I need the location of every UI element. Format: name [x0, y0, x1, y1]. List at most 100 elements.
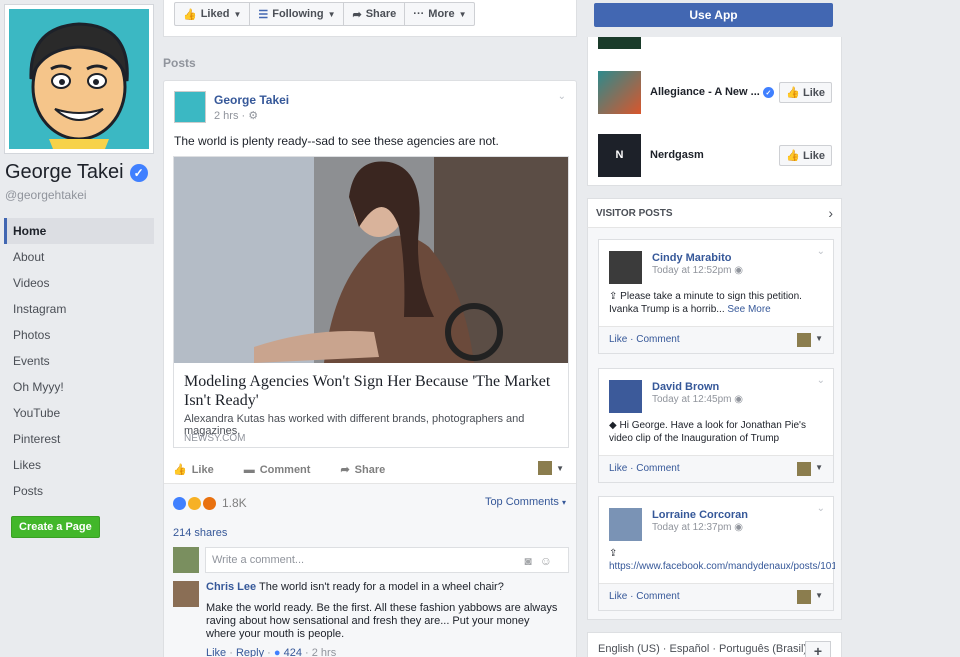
avatar[interactable] — [173, 581, 199, 607]
caret-down-icon[interactable]: ▼ — [815, 334, 823, 343]
comment-time[interactable]: 2 hrs — [312, 647, 336, 657]
post-footer: 1.8K Top Comments ▾ 214 shares Write a c… — [164, 483, 576, 657]
verified-badge-icon: ✓ — [129, 163, 148, 182]
liked-label: Liked — [200, 8, 230, 20]
visitor-name[interactable]: David Brown — [652, 381, 719, 393]
nav-item-youtube[interactable]: YouTube — [4, 400, 154, 426]
visitor-comment-link[interactable]: Comment — [636, 591, 679, 602]
nav-item-videos[interactable]: Videos — [4, 270, 154, 296]
post-comment-button[interactable]: ▬ Comment — [244, 463, 311, 476]
comment-author[interactable]: Chris Lee — [206, 581, 256, 593]
use-app-button[interactable]: Use App — [594, 3, 833, 27]
caret-down-icon: ▼ — [458, 9, 467, 19]
caret-down-icon: ▼ — [556, 463, 564, 473]
visitor-like-link[interactable]: Like — [609, 463, 627, 474]
comment-likes[interactable]: ● 424 — [274, 647, 302, 657]
post-options-chevron-icon[interactable]: ⌄ — [558, 91, 566, 102]
liked-page-row: Allegiance - A New ... ✓ 👍 Like — [598, 70, 832, 114]
post-as-selector[interactable]: ▼ — [538, 461, 564, 475]
reactions-summary[interactable]: 1.8K — [173, 496, 247, 510]
link-preview[interactable]: Modeling Agencies Won't Sign Her Because… — [173, 156, 569, 448]
posts-section-label: Posts — [163, 56, 196, 70]
nav-item-home[interactable]: Home — [4, 218, 154, 244]
visitor-like-link[interactable]: Like — [609, 334, 627, 345]
share-icon: ⇪ — [609, 548, 618, 559]
avatar[interactable] — [609, 508, 642, 541]
allegiance-thumbnail[interactable] — [598, 70, 641, 114]
liked-button[interactable]: 👍 Liked ▼ — [174, 2, 251, 26]
visitor-name[interactable]: Cindy Marabito — [652, 252, 731, 264]
visitor-post: David Brown Today at 12:45pm ◉ ⌄ ◆ Hi Ge… — [598, 368, 834, 483]
visitor-link[interactable]: https://www.facebook.com/mandydenaux/pos… — [609, 560, 835, 573]
visitor-posts-header[interactable]: VISITOR POSTS › — [587, 198, 842, 228]
verified-badge-icon: ✓ — [762, 87, 774, 99]
like-page-button[interactable]: 👍 Like — [779, 81, 832, 103]
nav-item-pinterest[interactable]: Pinterest — [4, 426, 154, 452]
nav-item-oh-myyy[interactable]: Oh Myyy! — [4, 374, 154, 400]
visitor-comment-link[interactable]: Comment — [636, 463, 679, 474]
post-options-chevron-icon[interactable]: ⌄ — [817, 503, 825, 514]
camera-icon[interactable]: ◙ — [524, 554, 539, 568]
post-like-label: Like — [191, 463, 214, 476]
post-author-avatar[interactable] — [174, 91, 206, 123]
visitor-time[interactable]: Today at 12:52pm ◉ — [652, 265, 743, 276]
visitor-time[interactable]: Today at 12:45pm ◉ — [652, 394, 743, 405]
share-arrow-icon: ➦ — [340, 464, 350, 476]
avatar[interactable] — [609, 251, 642, 284]
nav-item-photos[interactable]: Photos — [4, 322, 154, 348]
caret-down-icon[interactable]: ▼ — [815, 591, 823, 600]
more-button[interactable]: ··· More ▼ — [404, 2, 476, 26]
post-share-button[interactable]: ➦ Share — [340, 463, 385, 477]
nerdgasm-thumbnail[interactable]: N — [598, 133, 641, 177]
avatar[interactable] — [797, 333, 811, 347]
angry-reaction-icon — [203, 496, 216, 510]
visitor-text: Hi George. Have a look for Jonathan Pie'… — [619, 420, 806, 431]
caret-down-icon[interactable]: ▼ — [815, 463, 823, 472]
caret-down-icon: ▼ — [233, 9, 242, 19]
post-timestamp[interactable]: 2 hrs · ⚙ — [214, 109, 258, 122]
avatar[interactable] — [797, 462, 811, 476]
visitor-post: Cindy Marabito Today at 12:52pm ◉ ⌄ ⇪ Pl… — [598, 239, 834, 354]
post-options-chevron-icon[interactable]: ⌄ — [817, 246, 825, 257]
nav-item-instagram[interactable]: Instagram — [4, 296, 154, 322]
language-links[interactable]: English (US) · Español · Português (Bras… — [598, 643, 814, 655]
nav-item-events[interactable]: Events — [4, 348, 154, 374]
comment-reply-link[interactable]: Reply — [236, 647, 264, 657]
visitor-posts-list: Cindy Marabito Today at 12:52pm ◉ ⌄ ⇪ Pl… — [587, 228, 842, 620]
liked-page-name[interactable]: Nerdgasm — [650, 149, 779, 161]
comment-meta: Like · Reply · ● 424 · 2 hrs — [206, 647, 337, 657]
nav-item-likes[interactable]: Likes — [4, 452, 154, 478]
page-handle: @georgehtakei — [5, 188, 87, 202]
avatar[interactable] — [797, 590, 811, 604]
page-title: George Takei ✓ — [5, 161, 148, 184]
post-like-button[interactable]: 👍 Like — [173, 463, 214, 477]
add-language-plus-icon[interactable]: + — [805, 641, 831, 657]
comment-input[interactable]: Write a comment... ◙☺ — [205, 547, 569, 573]
visitor-comment-link[interactable]: Comment — [636, 334, 679, 345]
nav-item-about[interactable]: About — [4, 244, 154, 270]
avatar — [173, 547, 199, 573]
nav-item-posts[interactable]: Posts — [4, 478, 154, 504]
like-page-button[interactable]: 👍 Like — [779, 144, 832, 166]
create-page-button[interactable]: Create a Page — [11, 516, 100, 538]
comment-like-link[interactable]: Like — [206, 647, 226, 657]
see-more-link[interactable]: See More — [727, 304, 770, 315]
top-comments-dropdown[interactable]: Top Comments ▾ — [485, 496, 566, 508]
visitor-time[interactable]: Today at 12:37pm ◉ — [652, 522, 743, 533]
post-options-chevron-icon[interactable]: ⌄ — [817, 375, 825, 386]
link-title[interactable]: Modeling Agencies Won't Sign Her Because… — [184, 372, 564, 410]
profile-picture[interactable] — [4, 4, 154, 154]
thumbs-up-icon: 👍 — [173, 464, 187, 476]
emoji-icon[interactable]: ☺ — [540, 554, 560, 568]
shares-count[interactable]: 214 shares — [173, 527, 227, 539]
following-button[interactable]: ☰ Following ▼ — [249, 2, 345, 26]
avatar[interactable] — [609, 380, 642, 413]
visitor-like-link[interactable]: Like — [609, 591, 627, 602]
visitor-post-footer: Like · Comment ▼ — [599, 583, 833, 610]
post-author[interactable]: George Takei — [214, 93, 289, 107]
share-button[interactable]: ➦ Share — [343, 2, 406, 26]
liked-page-name[interactable]: Allegiance - A New ... ✓ — [650, 86, 779, 99]
visitor-name[interactable]: Lorraine Corcoran — [652, 509, 748, 521]
page-thumbnail[interactable] — [598, 37, 641, 49]
rss-icon: ☰ — [258, 8, 269, 21]
